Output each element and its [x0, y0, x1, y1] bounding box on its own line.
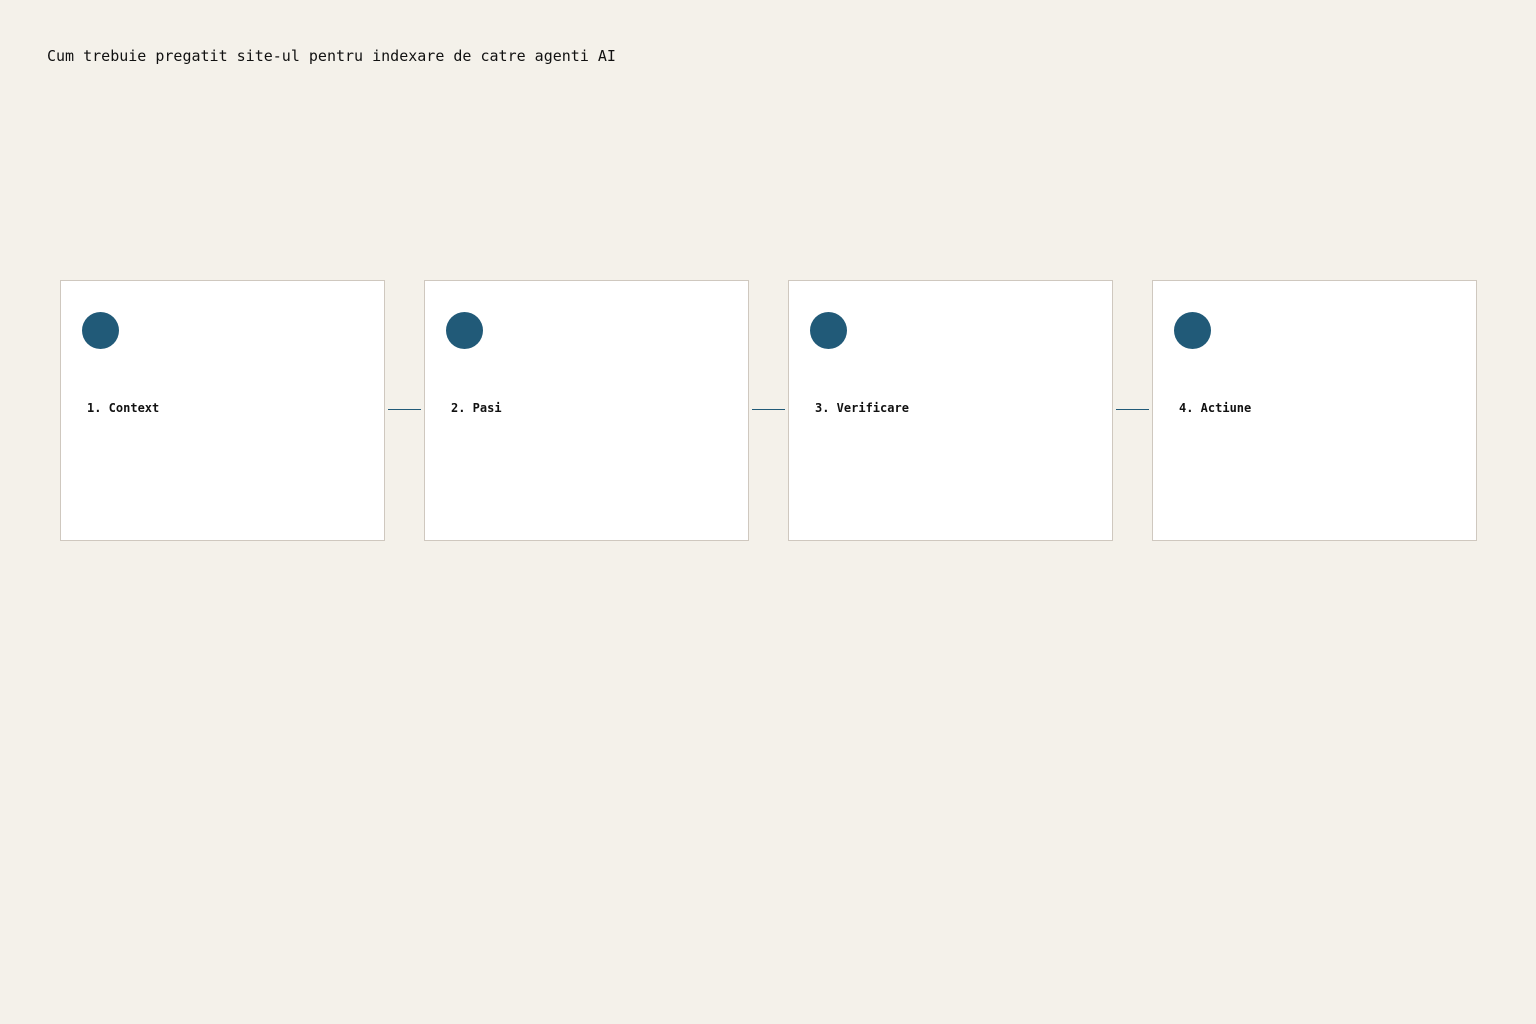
step-marker-dot [82, 312, 119, 349]
step-label: 2. Pasi [451, 401, 502, 415]
step-label: 3. Verificare [815, 401, 909, 415]
process-steps: 1. Context 2. Pasi 3. Verificare 4. Acti… [60, 280, 1477, 541]
step-connector-line [1116, 409, 1149, 410]
step-card-pasi: 2. Pasi [424, 280, 749, 541]
step-label: 4. Actiune [1179, 401, 1252, 415]
step-card-verificare: 3. Verificare [788, 280, 1113, 541]
step-card-context: 1. Context [60, 280, 385, 541]
step-card-actiune: 4. Actiune [1152, 280, 1477, 541]
step-marker-dot [1174, 312, 1211, 349]
step-marker-dot [446, 312, 483, 349]
step-connector-line [388, 409, 421, 410]
page-title: Cum trebuie pregatit site-ul pentru inde… [47, 47, 616, 65]
step-label: 1. Context [87, 401, 160, 415]
step-connector-line [752, 409, 785, 410]
step-marker-dot [810, 312, 847, 349]
